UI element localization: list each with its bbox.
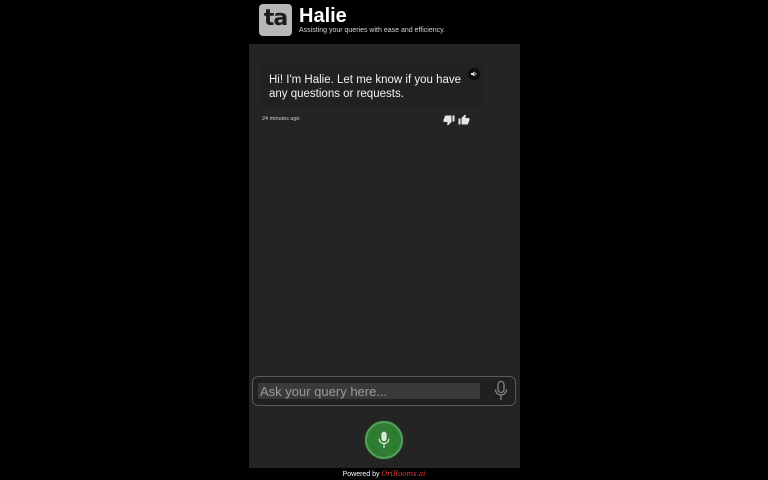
powered-by-brand[interactable]: OriRooms.ai	[382, 470, 426, 478]
app-subtitle: Assisting your queries with ease and eff…	[299, 27, 446, 34]
app-header: ta Halie Assisting your queries with eas…	[259, 4, 519, 40]
bot-message-text: Hi! I'm Halie. Let me know if you have a…	[269, 74, 462, 100]
powered-by-text: Powered by	[342, 471, 380, 478]
app-title: Halie	[299, 5, 347, 27]
microphone-icon	[378, 431, 390, 448]
logo-text: ta	[263, 6, 288, 31]
speaker-icon	[471, 71, 477, 77]
thumbs-down-button[interactable]	[443, 113, 455, 126]
query-input[interactable]	[258, 383, 480, 399]
thumbs-up-button[interactable]	[458, 113, 470, 125]
microphone-icon	[494, 380, 508, 400]
logo: ta	[259, 4, 292, 36]
footer: Powered by OriRooms.ai	[0, 470, 768, 478]
voice-input-button[interactable]	[365, 421, 403, 459]
message-timestamp: 24 minutes ago	[262, 116, 300, 122]
thumbs-down-icon	[443, 115, 455, 126]
speaker-button[interactable]	[468, 68, 480, 80]
thumbs-up-icon	[458, 114, 470, 125]
input-mic-button[interactable]	[493, 380, 509, 402]
